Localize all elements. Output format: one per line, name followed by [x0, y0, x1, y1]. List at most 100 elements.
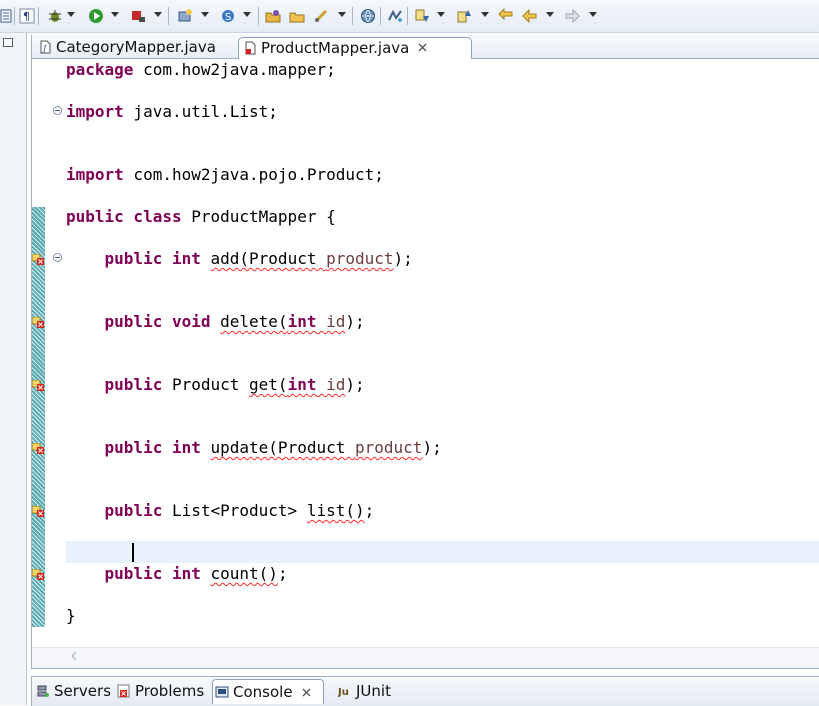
code-tail: ); [422, 438, 442, 457]
keyword: public void [104, 312, 211, 331]
annotation-icon[interactable] [387, 8, 403, 24]
run-icon[interactable] [88, 8, 104, 24]
error-method: count() [210, 564, 278, 583]
error-param: product [355, 438, 423, 457]
open-folder-icon[interactable] [289, 8, 305, 24]
class-dropdown-arrow[interactable] [243, 12, 251, 17]
prev-annotation-icon[interactable] [456, 8, 472, 24]
left-trim-bar [0, 33, 27, 705]
code-line[interactable]: import com.how2java.pojo.Product; [66, 165, 806, 185]
code-tail: ); [345, 312, 365, 331]
debug-icon[interactable] [47, 8, 63, 24]
toolbar-separator [168, 7, 169, 25]
code-line[interactable]: public int add(Product product); [66, 249, 806, 269]
debug-dropdown-arrow[interactable] [67, 12, 75, 17]
web-browser-icon[interactable] [360, 8, 376, 24]
junit-icon: Ju [338, 687, 349, 698]
error-param: id [316, 312, 346, 331]
toolbar-separator [352, 7, 353, 25]
horizontal-scrollbar[interactable] [32, 647, 819, 668]
tab-problems[interactable]: Problems [115, 679, 209, 703]
code-text: } [66, 606, 76, 625]
back-icon[interactable] [522, 8, 538, 24]
code-line[interactable]: public int update(Product product); [66, 438, 806, 458]
code-line[interactable]: public List<Product> list(); [66, 501, 806, 521]
code-tail: ; [364, 501, 375, 520]
tab-label: JUnit [356, 682, 391, 700]
toolbar-separator [38, 7, 39, 25]
new-class-icon[interactable]: S [220, 8, 236, 24]
code-line[interactable]: } [66, 606, 806, 626]
current-line-highlight [66, 541, 819, 563]
editor-area: J CategoryMapper.java ProductMapper.java… [31, 35, 819, 669]
error-marker-icon[interactable] [32, 443, 44, 454]
java-file-error-icon [245, 41, 256, 55]
main-toolbar: ¶ S [0, 0, 819, 33]
bottom-panel-tab-bar: Servers Problems Console Ju JUnit [31, 676, 819, 706]
back-dropdown-arrow[interactable] [546, 12, 554, 17]
search-tool-icon[interactable] [313, 8, 329, 24]
keyword: public int [104, 564, 201, 583]
code-line[interactable]: public void delete(int id); [66, 312, 806, 332]
chevron-left-icon[interactable] [70, 652, 78, 660]
fold-collapse-icon[interactable] [53, 106, 62, 115]
forward-icon[interactable] [564, 8, 580, 24]
forward-dropdown-arrow[interactable] [589, 12, 597, 17]
tab-junit[interactable]: Ju JUnit [336, 679, 400, 703]
text-cursor [132, 543, 134, 562]
error-marker-icon[interactable] [32, 569, 44, 580]
open-type-icon[interactable] [265, 8, 281, 24]
tab-label: Servers [54, 682, 112, 700]
code-line[interactable]: import java.util.List; [66, 102, 806, 122]
next-annotation-icon[interactable] [414, 8, 430, 24]
fold-collapse-icon[interactable] [53, 253, 62, 262]
keyword: public int [104, 249, 201, 268]
code-tail: ; [277, 564, 288, 583]
next-dropdown-arrow[interactable] [437, 12, 445, 17]
last-edit-icon[interactable] [498, 8, 514, 24]
svg-text:¶: ¶ [23, 10, 30, 23]
error-method: list() [306, 501, 365, 520]
code-tail: ); [393, 249, 413, 268]
paragraph-icon[interactable]: ¶ [19, 8, 35, 24]
prev-dropdown-arrow[interactable] [481, 12, 489, 17]
error-marker-icon[interactable] [32, 380, 44, 391]
close-icon[interactable] [301, 687, 312, 698]
code-line[interactable]: public int count(); [66, 564, 806, 584]
code-line[interactable]: public class ProductMapper { [66, 207, 806, 227]
toolbar-separator [258, 7, 259, 25]
error-marker-icon[interactable] [32, 317, 44, 328]
new-server-icon[interactable] [177, 8, 193, 24]
tab-category-mapper[interactable]: J CategoryMapper.java [34, 37, 234, 58]
tab-label: Console [233, 683, 293, 701]
tab-product-mapper[interactable]: ProductMapper.java [238, 37, 472, 59]
java-file-icon: J [40, 40, 51, 54]
error-keyword: int [287, 312, 317, 331]
code-text: ProductMapper { [181, 207, 336, 226]
error-method: update(Product [210, 438, 355, 457]
close-icon[interactable] [417, 42, 428, 53]
servers-icon [37, 685, 49, 697]
error-marker-icon[interactable] [32, 506, 44, 517]
tab-servers[interactable]: Servers [34, 679, 112, 703]
svg-text:Ju: Ju [338, 687, 349, 698]
toolbar-separator [380, 7, 381, 25]
run-external-icon[interactable] [130, 8, 146, 24]
restore-view-button[interactable] [3, 38, 13, 47]
run-dropdown-arrow[interactable] [111, 12, 119, 17]
keyword: import [66, 165, 124, 184]
external-dropdown-arrow[interactable] [154, 12, 162, 17]
server-dropdown-arrow[interactable] [201, 12, 209, 17]
tab-console[interactable]: Console [212, 679, 324, 704]
error-param: id [316, 375, 346, 394]
code-line[interactable]: public Product get(int id); [66, 375, 806, 395]
error-marker-icon[interactable] [32, 254, 44, 265]
search-dropdown-arrow[interactable] [338, 12, 346, 17]
code-line[interactable]: package com.how2java.mapper; [66, 60, 806, 80]
